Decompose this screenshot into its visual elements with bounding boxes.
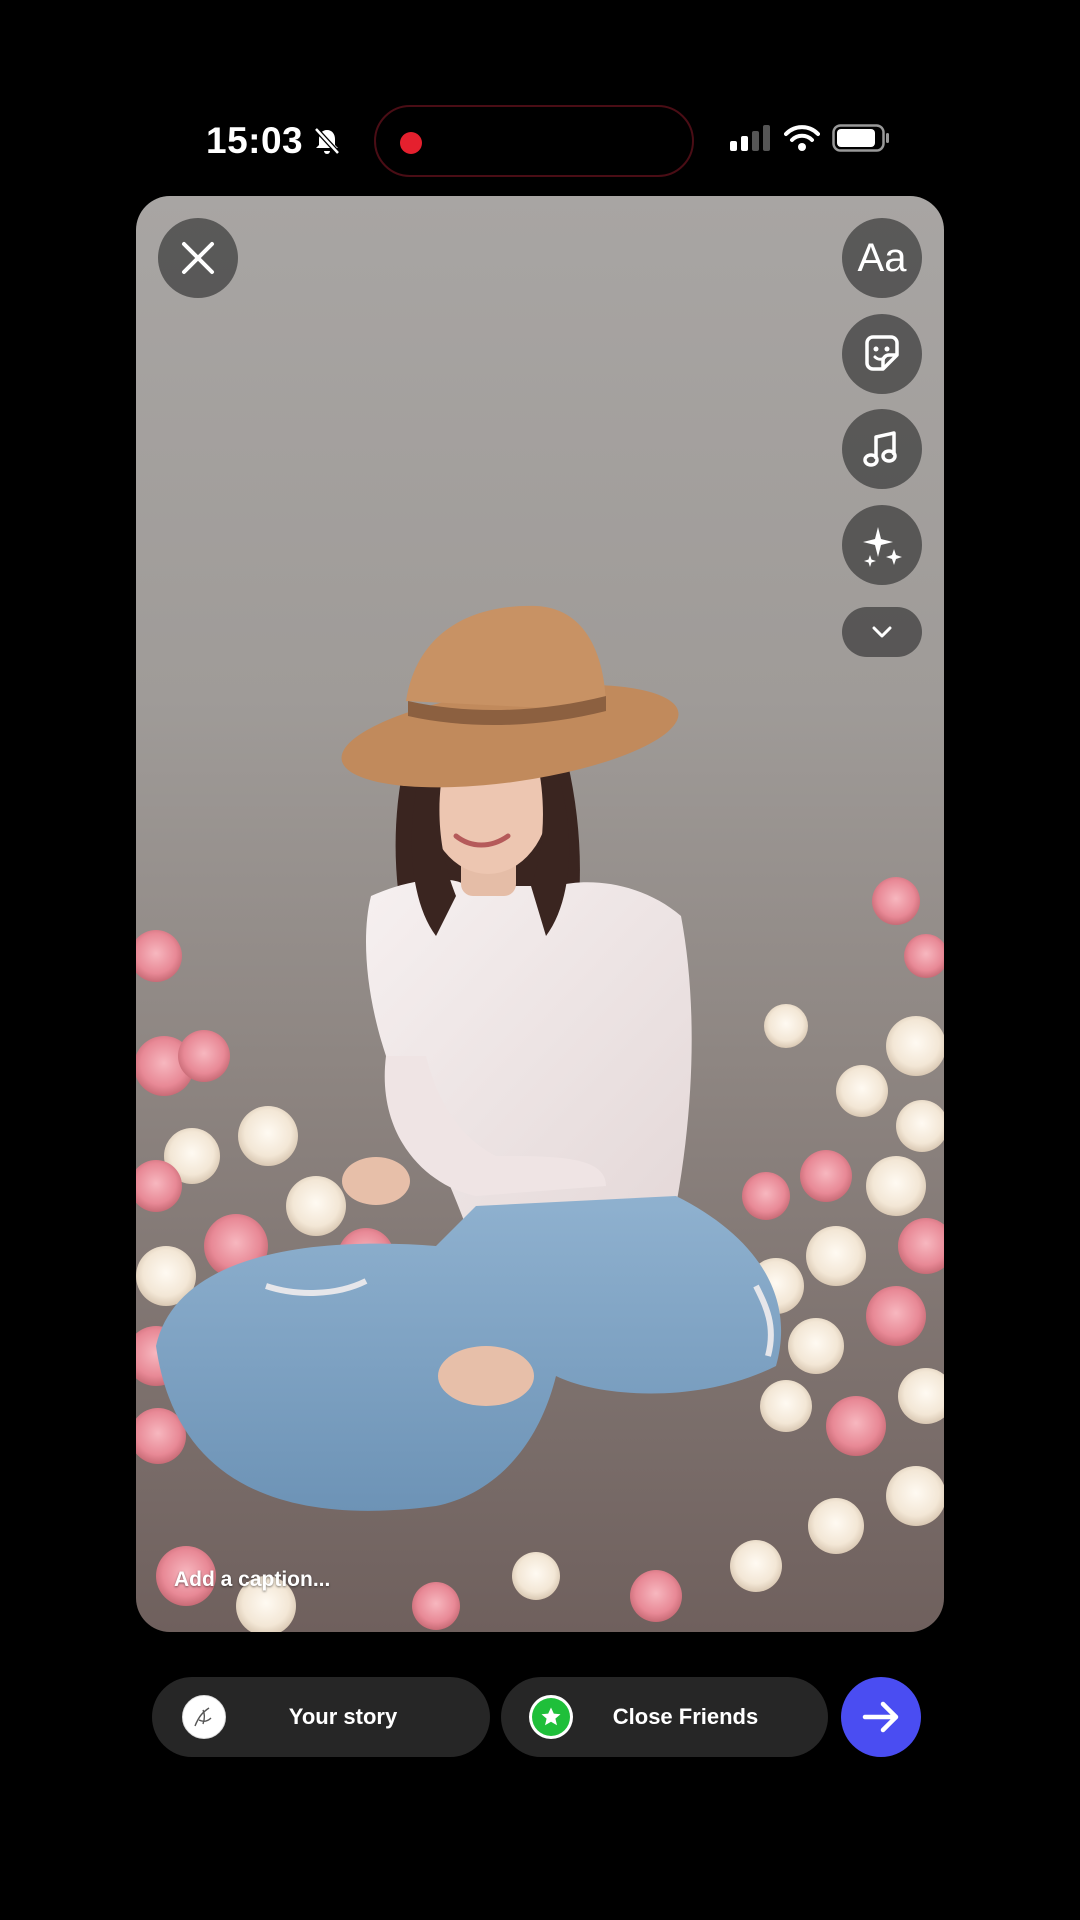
cellular-signal-icon: [730, 125, 770, 151]
status-indicators: [730, 124, 890, 152]
caption-input[interactable]: Add a caption...: [174, 1568, 330, 1592]
wifi-icon: [784, 125, 820, 151]
story-photo-canvas[interactable]: Aa Add a caption...: [136, 196, 944, 1632]
avatar: [182, 1695, 226, 1739]
silent-bell-icon: [314, 127, 340, 155]
sticker-tool-button[interactable]: [842, 314, 922, 394]
story-photo: [136, 605, 944, 1632]
recording-indicator-icon: [400, 132, 422, 154]
chevron-down-icon: [872, 626, 892, 638]
close-friends-label: Close Friends: [612, 1704, 759, 1729]
dynamic-island[interactable]: [374, 105, 694, 177]
send-button[interactable]: [841, 1677, 921, 1757]
effects-tool-button[interactable]: [842, 505, 922, 585]
avatar-sketch-icon: [194, 1707, 212, 1727]
story-editor-screen: 15:03 Aa Add a caption... Your story Clo…: [0, 0, 1080, 1920]
music-icon: [863, 431, 897, 467]
clock-text: 15:03: [206, 120, 304, 161]
close-friends-button[interactable]: Close Friends: [501, 1677, 828, 1757]
sticker-icon: [865, 335, 899, 371]
status-time: 15:03: [206, 120, 343, 162]
your-story-button[interactable]: Your story: [152, 1677, 490, 1757]
close-friends-badge: [529, 1695, 573, 1739]
music-tool-button[interactable]: [842, 409, 922, 489]
sparkles-icon: [863, 527, 902, 567]
text-tool-button[interactable]: Aa: [842, 218, 922, 298]
text-icon: Aa: [857, 235, 907, 280]
close-icon: [182, 242, 214, 274]
arrow-right-icon: [862, 1701, 899, 1733]
woman-figure: [156, 605, 782, 1511]
star-icon: [541, 1707, 561, 1726]
close-button[interactable]: [158, 218, 238, 298]
your-story-label: Your story: [288, 1704, 398, 1729]
more-tools-button[interactable]: [842, 607, 922, 657]
battery-icon: [832, 124, 889, 152]
